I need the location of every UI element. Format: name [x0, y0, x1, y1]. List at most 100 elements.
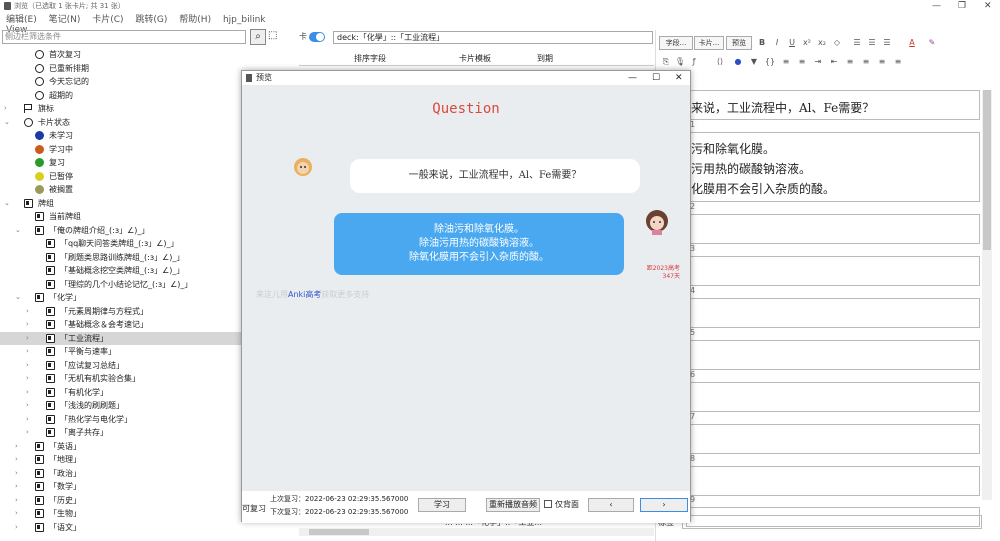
align-justify-icon[interactable]: ≡: [892, 55, 904, 69]
sidebar-item[interactable]: › 「浅浅的刷刷题」: [0, 399, 241, 413]
menu-notes[interactable]: 笔记(N): [49, 15, 81, 25]
expand-arrow-icon[interactable]: ›: [26, 332, 34, 345]
sidebar-item[interactable]: › 「平衡与速率」: [0, 345, 241, 359]
expand-arrow-icon[interactable]: ›: [26, 305, 34, 318]
text-color-icon[interactable]: A: [906, 36, 918, 50]
expand-arrow-icon[interactable]: ›: [26, 426, 34, 439]
underline-icon[interactable]: U: [786, 36, 798, 50]
field-input[interactable]: [686, 214, 980, 244]
cards-button[interactable]: 卡片...: [694, 36, 724, 50]
sidebar-item[interactable]: › 「无机有机实验合集」: [0, 372, 241, 386]
superscript-icon[interactable]: x²: [801, 36, 813, 50]
sidebar-item[interactable]: › 「英语」: [0, 440, 241, 454]
sidebar-item[interactable]: › 「语文」: [0, 521, 241, 535]
next-card-button[interactable]: ›: [640, 498, 688, 512]
mic-icon[interactable]: 🎙: [674, 55, 686, 69]
fields-button[interactable]: 字段...: [659, 36, 693, 50]
field-input[interactable]: [686, 298, 980, 328]
list-icon[interactable]: ≡: [780, 55, 792, 69]
color-dot-icon[interactable]: ●: [732, 55, 744, 69]
back-only-checkbox[interactable]: [544, 500, 552, 508]
expand-arrow-icon[interactable]: ›: [26, 386, 34, 399]
unordered-list-icon[interactable]: ☰: [851, 36, 863, 50]
field-input[interactable]: [686, 466, 980, 496]
align-right-icon[interactable]: ≡: [876, 55, 888, 69]
formula-icon[interactable]: ƒ: [688, 55, 700, 69]
horizontal-scrollbar[interactable]: [299, 528, 654, 536]
column-card-template[interactable]: 卡片模板: [459, 53, 491, 64]
sidebar-item[interactable]: 「理综的几个小结论记忆_(:з」∠)_」: [0, 278, 241, 292]
expand-arrow-icon[interactable]: ›: [15, 453, 23, 466]
menu-hjp-bilink[interactable]: hjp_bilink: [223, 15, 266, 25]
field-input[interactable]: 污和除氧化膜。 污用热的碳酸钠溶液。 化膜用不会引入杂质的酸。: [686, 132, 980, 202]
sidebar-item[interactable]: 超期的: [0, 89, 241, 103]
toggle-switch[interactable]: [309, 32, 325, 42]
restore-icon[interactable]: ❐: [958, 0, 966, 12]
italic-icon[interactable]: I: [771, 36, 783, 50]
align-left-icon[interactable]: ≡: [844, 55, 856, 69]
menu-help[interactable]: 帮助(H): [179, 15, 211, 25]
expand-arrow-icon[interactable]: ›: [26, 345, 34, 358]
brace-icon[interactable]: {}: [764, 55, 776, 69]
sidebar-item[interactable]: › 「地理」: [0, 453, 241, 467]
select-tool-icon[interactable]: ⬚: [268, 29, 282, 45]
sidebar-item[interactable]: › 「基础概念＆会考速记」: [0, 318, 241, 332]
sidebar-item[interactable]: 今天忘记的: [0, 75, 241, 89]
collapse-arrow-icon[interactable]: ⌄: [15, 224, 23, 237]
search-icon[interactable]: ⌕: [250, 29, 266, 45]
sidebar-item[interactable]: › 「数学」: [0, 480, 241, 494]
expand-arrow-icon[interactable]: ›: [26, 318, 34, 331]
expand-arrow-icon[interactable]: ›: [26, 372, 34, 385]
sidebar-item[interactable]: › 「应试复习总结」: [0, 359, 241, 373]
sidebar-item[interactable]: › 「离子共存」: [0, 426, 241, 440]
expand-arrow-icon[interactable]: ›: [15, 467, 23, 480]
sidebar-item[interactable]: › 「热化学与电化学」: [0, 413, 241, 427]
field-input[interactable]: [686, 382, 980, 412]
expand-arrow-icon[interactable]: ›: [15, 440, 23, 453]
sidebar-item[interactable]: ⌄ 「化学」: [0, 291, 241, 305]
sidebar-item[interactable]: 「基础概念挖空类牌组_(:з」∠)_」: [0, 264, 241, 278]
sidebar-item[interactable]: › 「政治」: [0, 467, 241, 481]
column-sort-field[interactable]: 排序字段: [354, 53, 386, 64]
sidebar-item[interactable]: 「qq聊天问答类牌组_(:з」∠)_」: [0, 237, 241, 251]
expand-arrow-icon[interactable]: ›: [26, 399, 34, 412]
field-input[interactable]: 来说，工业流程中，Al、Fe需要？: [686, 90, 980, 120]
sidebar-item[interactable]: › 「生物」: [0, 507, 241, 521]
align-icon[interactable]: ☰: [881, 36, 893, 50]
expand-arrow-icon[interactable]: ›: [15, 480, 23, 493]
sidebar-item[interactable]: › 「元素周期律与方程式」: [0, 305, 241, 319]
close-icon[interactable]: ✕: [984, 0, 992, 12]
expand-arrow-icon[interactable]: ›: [4, 102, 12, 115]
replay-audio-button[interactable]: 重新播放音频: [486, 498, 540, 512]
sidebar-item[interactable]: 已暂停: [0, 170, 241, 184]
sidebar-item[interactable]: ⌄ 牌组: [0, 197, 241, 211]
sidebar-item[interactable]: 被搁置: [0, 183, 241, 197]
field-input[interactable]: [686, 256, 980, 286]
column-due[interactable]: 到期: [537, 53, 553, 64]
expand-arrow-icon[interactable]: ›: [15, 507, 23, 520]
promo-link[interactable]: Anki高考: [288, 290, 321, 299]
minimize-icon[interactable]: —: [932, 0, 941, 12]
field-input[interactable]: [686, 340, 980, 370]
collapse-arrow-icon[interactable]: ⌄: [4, 116, 12, 129]
menu-go[interactable]: 跳转(G): [135, 15, 167, 25]
highlight-icon[interactable]: ✎: [926, 36, 938, 50]
sidebar-item[interactable]: › 「有机化学」: [0, 386, 241, 400]
collapse-arrow-icon[interactable]: ⌄: [15, 291, 23, 304]
sidebar-item[interactable]: ⌄ 卡片状态: [0, 116, 241, 130]
html-icon[interactable]: ⟨⟩: [714, 55, 726, 69]
indent-icon[interactable]: ⇥: [812, 55, 824, 69]
expand-arrow-icon[interactable]: ›: [15, 494, 23, 507]
preview-button[interactable]: 预览: [726, 36, 752, 50]
expand-arrow-icon[interactable]: ›: [26, 359, 34, 372]
learn-button[interactable]: 学习: [418, 498, 466, 512]
sidebar-search-input[interactable]: 侧边栏筛选条件: [2, 30, 246, 44]
sidebar-item[interactable]: 未学习: [0, 129, 241, 143]
sidebar-item[interactable]: › 「工业流程」: [0, 331, 241, 345]
minimize-icon[interactable]: —: [628, 71, 637, 85]
list-icon[interactable]: ≡: [796, 55, 808, 69]
vertical-scrollbar[interactable]: [982, 90, 992, 500]
tags-input[interactable]: [682, 515, 982, 529]
maximize-icon[interactable]: ☐: [652, 71, 660, 85]
eraser-icon[interactable]: ◇: [831, 36, 843, 50]
